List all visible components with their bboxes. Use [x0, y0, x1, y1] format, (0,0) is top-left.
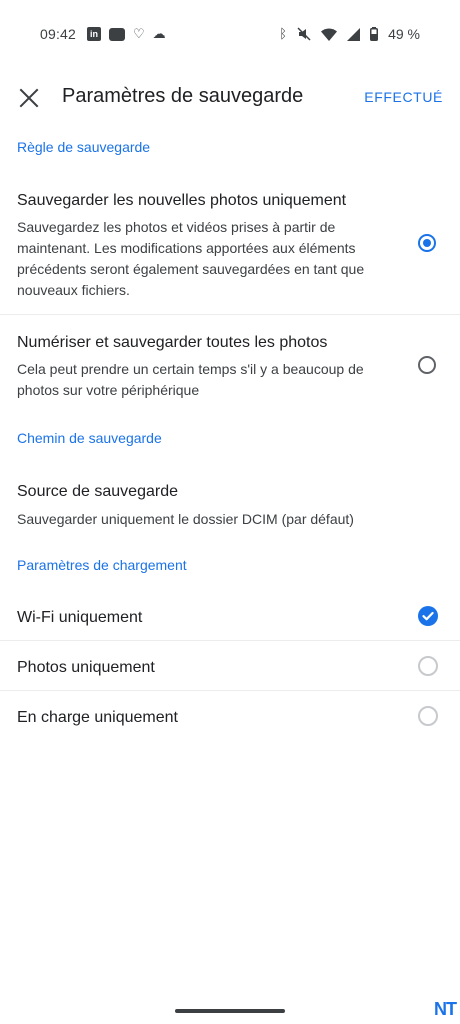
option-description: Sauvegardez les photos et vidéos prises …	[17, 219, 365, 298]
close-button[interactable]	[14, 83, 44, 113]
section-header-upload-settings: Paramètres de chargement	[17, 557, 187, 573]
radio-new-photos-selected[interactable]	[418, 234, 436, 252]
home-gesture-bar[interactable]	[175, 1009, 285, 1013]
wifi-icon	[321, 28, 338, 41]
system-icons: ᛒ 49 %	[279, 26, 420, 42]
option-scan-all-photos[interactable]: Numériser et sauvegarder toutes les phot…	[0, 315, 460, 415]
health-icon: ♡	[133, 26, 145, 41]
battery-icon	[370, 27, 379, 41]
cloud-icon: ☁	[152, 26, 166, 41]
toggle-photos-only[interactable]: Photos uniquement	[0, 641, 460, 690]
page-title: Paramètres de sauvegarde	[62, 85, 304, 107]
teams-icon	[109, 27, 125, 41]
status-time: 09:42	[40, 26, 77, 42]
battery-percent: 49 %	[388, 26, 420, 42]
linkedin-icon: in	[87, 27, 101, 41]
close-icon	[19, 88, 39, 108]
backup-source-value: Sauvegarder uniquement le dossier DCIM (…	[17, 511, 354, 527]
mute-icon	[297, 27, 311, 41]
section-header-backup-rule: Règle de sauvegarde	[17, 139, 151, 155]
wifi-only-label: Wi-Fi uniquement	[17, 609, 143, 626]
option-title: Sauvegarder les nouvelles photos uniquem…	[17, 192, 347, 209]
toggle-charging-only[interactable]: En charge uniquement	[0, 691, 460, 741]
photos-only-checkbox[interactable]	[418, 656, 438, 676]
charging-only-checkbox[interactable]	[418, 706, 438, 726]
wifi-only-checkbox[interactable]	[418, 606, 438, 626]
section-header-backup-path: Chemin de sauvegarde	[17, 430, 162, 446]
option-new-photos-only[interactable]: Sauvegarder les nouvelles photos uniquem…	[0, 180, 460, 314]
notification-icons: in ♡ ☁	[87, 26, 166, 42]
toggle-wifi-only[interactable]: Wi-Fi uniquement	[0, 594, 460, 640]
done-button[interactable]: EFFECTUÉ	[364, 89, 443, 105]
option-description: Cela peut prendre un certain temps s'il …	[17, 361, 364, 398]
signal-icon	[347, 27, 361, 41]
charging-only-label: En charge uniquement	[17, 709, 178, 726]
bluetooth-icon: ᛒ	[279, 26, 288, 41]
backup-source-row[interactable]: Source de sauvegarde Sauvegarder uniquem…	[0, 470, 460, 540]
backup-source-title: Source de sauvegarde	[17, 483, 178, 500]
photos-only-label: Photos uniquement	[17, 659, 155, 676]
watermark-logo: NT	[434, 999, 457, 1019]
check-icon	[422, 611, 434, 621]
option-title: Numériser et sauvegarder toutes les phot…	[17, 334, 328, 351]
radio-scan-all[interactable]	[418, 356, 436, 374]
